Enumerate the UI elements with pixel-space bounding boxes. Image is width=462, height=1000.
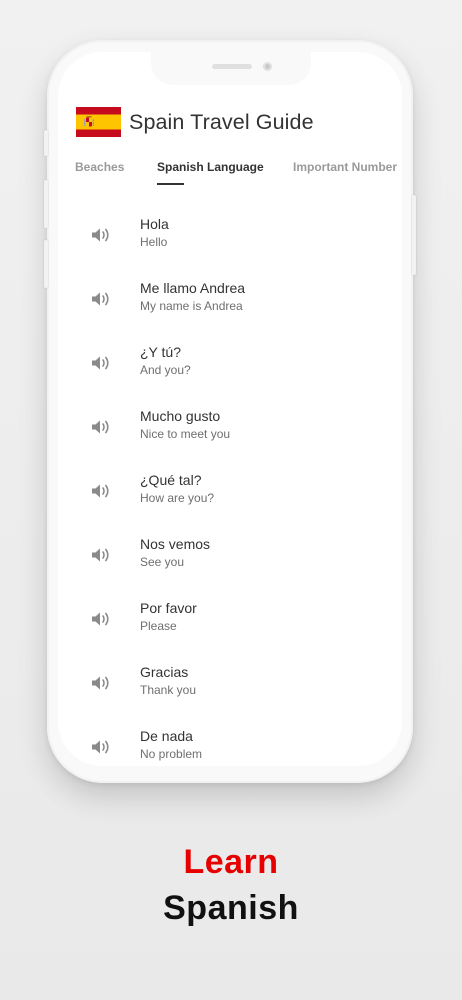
- phone-speaker: [212, 64, 252, 69]
- phone-notch: [151, 47, 311, 85]
- phrase-spanish: Hola: [140, 216, 169, 232]
- phrase-english: Nice to meet you: [140, 427, 231, 441]
- volume-icon[interactable]: [91, 483, 111, 499]
- phrase-english: No problem: [140, 747, 203, 761]
- phrase-item[interactable]: Por favor Please: [58, 596, 402, 650]
- phrase-spanish: ¿Y tú?: [140, 344, 181, 360]
- active-tab-indicator: [157, 183, 184, 185]
- app-header: Spain Travel Guide: [76, 107, 314, 137]
- phrase-item[interactable]: Nos vemos See you: [58, 532, 402, 586]
- spain-flag-icon: [76, 107, 121, 137]
- phrase-english: And you?: [140, 363, 191, 377]
- phrase-item[interactable]: ¿Qué tal? How are you?: [58, 468, 402, 522]
- phrase-item[interactable]: Gracias Thank you: [58, 660, 402, 714]
- phrase-item[interactable]: Me llamo Andrea My name is Andrea: [58, 276, 402, 330]
- volume-icon[interactable]: [91, 611, 111, 627]
- phrase-item[interactable]: Mucho gusto Nice to meet you: [58, 404, 402, 458]
- tab-important-numbers[interactable]: Important Number: [293, 160, 397, 174]
- phone-volume-up-button: [44, 180, 48, 228]
- volume-icon[interactable]: [91, 291, 111, 307]
- phrase-item[interactable]: Hola Hello: [58, 212, 402, 266]
- phrase-spanish: Por favor: [140, 600, 197, 616]
- phrase-spanish: Gracias: [140, 664, 189, 680]
- phrase-english: Thank you: [140, 683, 197, 697]
- volume-icon[interactable]: [91, 739, 111, 755]
- volume-icon[interactable]: [91, 675, 111, 691]
- phrase-item[interactable]: ¿Y tú? And you?: [58, 340, 402, 394]
- caption-spanish: Spanish: [163, 889, 299, 927]
- phrase-english: Please: [140, 619, 177, 633]
- app-title: Spain Travel Guide: [129, 109, 314, 134]
- caption-learn: Learn: [183, 843, 279, 881]
- phrase-spanish: Me llamo Andrea: [140, 280, 246, 296]
- volume-icon[interactable]: [91, 355, 111, 371]
- phrase-spanish: De nada: [140, 728, 193, 744]
- volume-icon[interactable]: [91, 547, 111, 563]
- phrase-english: See you: [140, 555, 185, 569]
- phrase-spanish: ¿Qué tal?: [140, 472, 202, 488]
- phrase-item[interactable]: De nada No problem: [58, 724, 402, 766]
- camera-icon: [263, 62, 272, 71]
- app-screen: Spain Travel Guide Beaches Spanish Langu…: [58, 52, 402, 766]
- volume-icon[interactable]: [91, 227, 111, 243]
- phrase-spanish: Nos vemos: [140, 536, 211, 552]
- phrase-english: How are you?: [140, 491, 215, 505]
- volume-icon[interactable]: [91, 419, 111, 435]
- tab-spanish-language[interactable]: Spanish Language: [157, 160, 264, 174]
- phone-side-button: [44, 130, 48, 156]
- phone-power-button: [412, 195, 416, 275]
- phrase-english: My name is Andrea: [140, 299, 243, 313]
- phrase-spanish: Mucho gusto: [140, 408, 221, 424]
- tab-beaches[interactable]: Beaches: [75, 160, 124, 174]
- phone-volume-down-button: [44, 240, 48, 288]
- tab-bar: Beaches Spanish Language Important Numbe…: [58, 160, 402, 190]
- phrase-english: Hello: [140, 235, 168, 249]
